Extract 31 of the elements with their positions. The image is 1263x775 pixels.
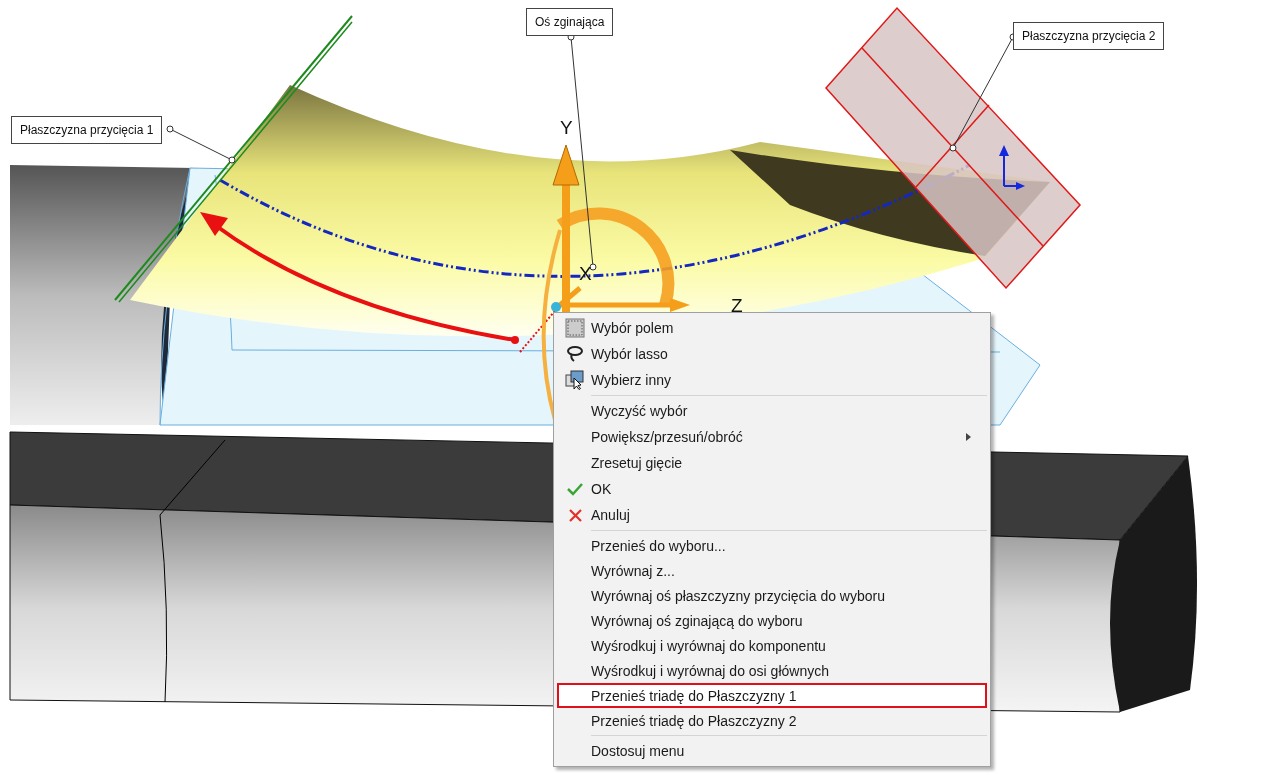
menu-item[interactable]: Wyczyść wybór bbox=[557, 398, 987, 424]
callout-label: Oś zginająca bbox=[526, 8, 614, 36]
menu-item[interactable]: Wybór lasso bbox=[557, 341, 987, 367]
menu-item[interactable]: Wyśrodkuj i wyrównaj do komponentu bbox=[557, 633, 987, 658]
menu-item[interactable]: Wyśrodkuj i wyrównaj do osi głównych bbox=[557, 658, 987, 683]
lasso-icon bbox=[566, 345, 584, 363]
menu-item[interactable]: OK bbox=[557, 476, 987, 502]
axis-label: X bbox=[579, 264, 592, 283]
menu-item[interactable]: Wybierz inny bbox=[557, 367, 987, 393]
submenu-caret-icon bbox=[966, 433, 971, 441]
axis-triad-icon bbox=[999, 145, 1025, 190]
menu-item[interactable]: Dostosuj menu bbox=[557, 738, 987, 764]
menu-item[interactable]: Przenieś triadę do Płaszczyzny 2 bbox=[557, 708, 987, 733]
menu-item[interactable]: Powiększ/przesuń/obróć bbox=[557, 424, 987, 450]
menu-item[interactable]: Zresetuj gięcie bbox=[557, 450, 987, 476]
menu-item[interactable]: Anuluj bbox=[557, 502, 987, 528]
close-icon bbox=[568, 508, 582, 522]
callout-label: Płaszczyzna przycięcia 1 bbox=[11, 116, 163, 144]
callout-label: Płaszczyzna przycięcia 2 bbox=[1013, 22, 1165, 50]
menu-item[interactable]: Wyrównaj oś zginającą do wyboru bbox=[557, 608, 987, 633]
axis-label: Z bbox=[731, 296, 743, 315]
menu-item[interactable]: Wyrównaj z... bbox=[557, 558, 987, 583]
leader-line bbox=[166, 125, 236, 164]
check-icon bbox=[567, 482, 583, 496]
menu-item[interactable]: Wyrównaj oś płaszczyzny przycięcia do wyboru bbox=[557, 583, 987, 608]
menu-item[interactable]: Wybór polem bbox=[557, 315, 987, 341]
select-other-icon bbox=[565, 370, 585, 390]
menu-item[interactable]: Przenieś triadę do Płaszczyzny 1 bbox=[557, 683, 987, 708]
axis-label: Y bbox=[560, 118, 573, 137]
menu-item[interactable]: Przenieś do wyboru... bbox=[557, 533, 987, 558]
box-select-icon bbox=[565, 318, 585, 338]
